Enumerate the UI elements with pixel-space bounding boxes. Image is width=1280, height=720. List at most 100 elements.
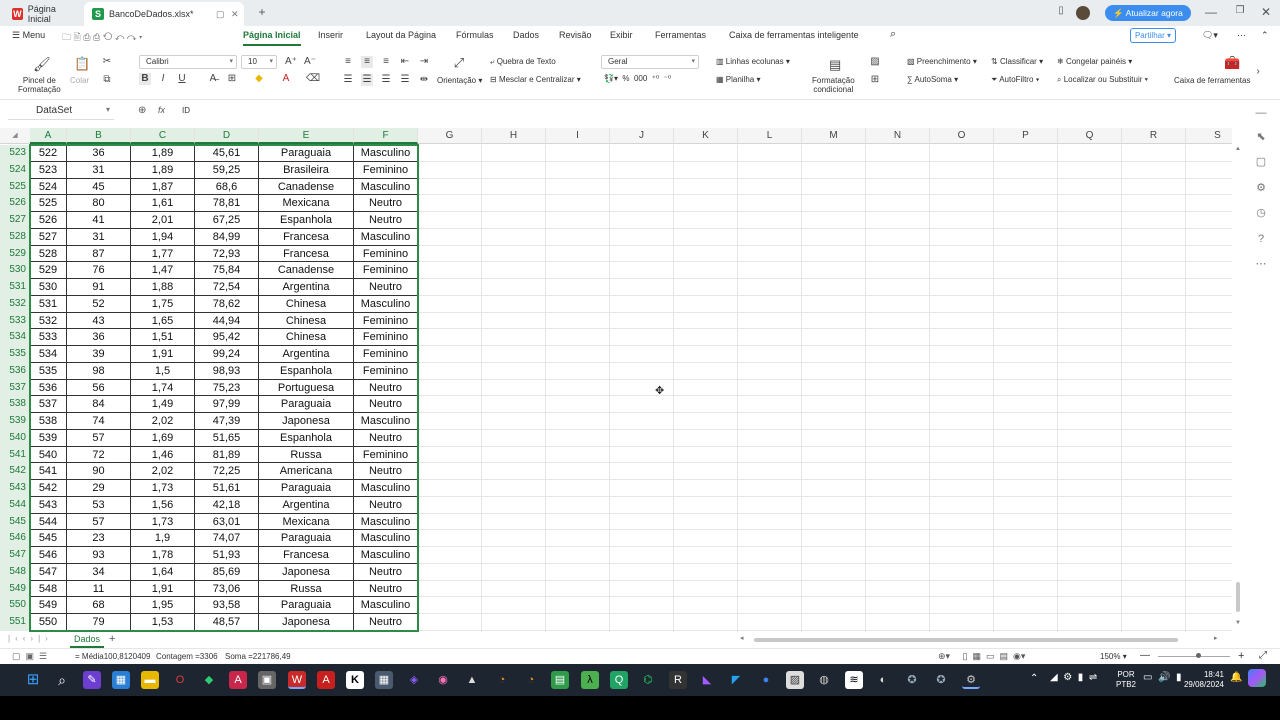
cell-f[interactable]: Masculino xyxy=(354,145,418,162)
align-right-icon[interactable]: ☰ xyxy=(380,74,392,86)
cell-f[interactable]: Masculino xyxy=(354,480,418,497)
column-header-i[interactable]: I xyxy=(546,128,610,144)
cell-a[interactable]: 530 xyxy=(30,279,67,296)
column-header-d[interactable]: D xyxy=(195,128,259,144)
number-format-select[interactable]: Geral xyxy=(601,55,699,69)
cell-a[interactable]: 528 xyxy=(30,245,67,263)
format-painter-icon[interactable]: 🖌 xyxy=(33,57,51,71)
zoom-formula-icon[interactable]: ⊕ xyxy=(138,105,146,116)
cell-f[interactable]: Masculino xyxy=(354,597,418,614)
cell-a[interactable]: 550 xyxy=(30,614,67,631)
cell-c[interactable]: 1,73 xyxy=(131,480,195,497)
folder-icon[interactable]: ▬ xyxy=(141,671,159,689)
view-mode-icons[interactable]: ⊕▾ ▯ ▦ ▭ ▤ ◉▾ xyxy=(938,651,1025,662)
cell-f[interactable]: Neutro xyxy=(354,563,418,581)
calculator-icon[interactable]: ▦ xyxy=(375,671,393,689)
cell-e[interactable]: Canadense xyxy=(259,262,354,279)
name-box[interactable]: DataSet xyxy=(8,105,114,120)
cell-style-icon[interactable]: ▨ xyxy=(869,56,881,68)
cell-b[interactable]: 56 xyxy=(67,379,131,397)
cell-a[interactable]: 522 xyxy=(30,145,67,162)
add-sheet-icon[interactable]: + xyxy=(109,633,115,645)
app-icon-5[interactable]: ⌬ xyxy=(639,671,657,689)
tray-chevron-icon[interactable]: ⌃ xyxy=(1030,673,1038,684)
cell-a[interactable]: 546 xyxy=(30,547,67,564)
fx-icon[interactable]: fx xyxy=(158,105,165,115)
cell-c[interactable]: 1,53 xyxy=(131,614,195,631)
cell-e[interactable]: Mexicana xyxy=(259,513,354,531)
cell-c[interactable]: 2,01 xyxy=(131,212,195,229)
avatar[interactable] xyxy=(1076,6,1090,20)
cell-c[interactable]: 1,77 xyxy=(131,245,195,263)
increase-font-icon[interactable]: A⁺ xyxy=(285,56,297,68)
scroll-up-icon[interactable]: ▲ xyxy=(1235,146,1241,152)
zoom-slider[interactable] xyxy=(1158,656,1230,657)
menu-button[interactable]: ☰ Menu xyxy=(12,30,45,41)
tab-exibir[interactable]: Exibir xyxy=(610,30,633,40)
sheet-nav-icons[interactable]: |‹‹›|› xyxy=(8,634,53,643)
cell-b[interactable]: 31 xyxy=(67,228,131,246)
zoom-in-icon[interactable]: + xyxy=(1238,650,1244,662)
cell-c[interactable]: 1,69 xyxy=(131,429,195,447)
distributed-icon[interactable]: ⇹ xyxy=(418,74,430,86)
fullscreen-icon[interactable]: ⤢ xyxy=(1259,650,1267,661)
cell-f[interactable]: Feminino xyxy=(354,446,418,464)
cell-f[interactable]: Feminino xyxy=(354,346,418,363)
pen-app-icon[interactable]: ✎ xyxy=(83,671,101,689)
find-replace-button[interactable]: ⌕ Localizar ou Substituir ▾ xyxy=(1057,75,1148,85)
column-header-o[interactable]: O xyxy=(930,128,994,144)
row-header[interactable]: 525 xyxy=(0,178,30,196)
paste-label[interactable]: Colar xyxy=(70,76,89,85)
row-header[interactable]: 532 xyxy=(0,295,30,313)
close-window-icon[interactable]: ✕ xyxy=(1258,5,1274,21)
more-icon[interactable]: ⋯ xyxy=(1237,30,1246,41)
row-header[interactable]: 539 xyxy=(0,413,30,430)
sheets-icon[interactable]: ▤ xyxy=(551,671,569,689)
maps-icon[interactable]: ● xyxy=(757,671,775,689)
cell-d[interactable]: 42,18 xyxy=(195,496,259,514)
row-header[interactable]: 547 xyxy=(0,547,30,564)
cell-c[interactable]: 1,91 xyxy=(131,580,195,598)
number-format-icons[interactable]: 💱▾ % 000 ⁺⁰ ⁻⁰ xyxy=(604,74,671,83)
tab-revisao[interactable]: Revisão xyxy=(559,30,592,40)
cell-d[interactable]: 44,94 xyxy=(195,312,259,330)
cell-a[interactable]: 549 xyxy=(30,597,67,614)
cell-a[interactable]: 534 xyxy=(30,346,67,363)
app-icon-q[interactable]: Q xyxy=(610,671,628,689)
cell-b[interactable]: 23 xyxy=(67,530,131,547)
row-header[interactable]: 530 xyxy=(0,262,30,279)
close-tab-icon[interactable]: ✕ xyxy=(231,9,239,20)
tab-layout[interactable]: Layout da Página xyxy=(366,30,436,40)
cell-c[interactable]: 1,9 xyxy=(131,530,195,547)
restore-tab-icon[interactable]: ▢ xyxy=(216,9,225,20)
cell-c[interactable]: 1,88 xyxy=(131,279,195,296)
cell-e[interactable]: Espanhola xyxy=(259,362,354,380)
cell-e[interactable]: Mexicana xyxy=(259,195,354,212)
cell-c[interactable]: 1,56 xyxy=(131,496,195,514)
worksheet-button[interactable]: ▦ Planilha ▾ xyxy=(716,75,761,84)
cell-b[interactable]: 36 xyxy=(67,145,131,162)
justify-icon[interactable]: ☰ xyxy=(399,74,411,86)
row-header[interactable]: 549 xyxy=(0,580,30,598)
quick-access-icons[interactable]: 🗀 🗎 ⎙ ⎙ ⟲ ↶ ↷ ▾ xyxy=(62,30,142,46)
side-collapse-icon[interactable]: — xyxy=(1254,106,1268,120)
cell-d[interactable]: 74,07 xyxy=(195,530,259,547)
merge-center-button[interactable]: ⊟ Mesclar e Centralizar ▾ xyxy=(490,75,581,84)
cell-f[interactable]: Neutro xyxy=(354,279,418,296)
tab-workbook[interactable]: S BancoDeDados.xlsx* ▢ ✕ xyxy=(84,2,244,26)
cell-c[interactable]: 1,89 xyxy=(131,145,195,162)
row-header[interactable]: 523 xyxy=(0,145,30,162)
cell-f[interactable]: Feminino xyxy=(354,312,418,330)
zoom-slider-thumb[interactable] xyxy=(1196,653,1201,658)
cell-d[interactable]: 95,42 xyxy=(195,329,259,346)
cell-d[interactable]: 73,06 xyxy=(195,580,259,598)
vertical-scrollbar[interactable]: ▲ ▼ xyxy=(1233,146,1243,630)
cell-e[interactable]: Francesa xyxy=(259,547,354,564)
inkscape-icon[interactable]: ▲ xyxy=(463,671,481,689)
font-color-icon[interactable]: A xyxy=(280,73,292,85)
cell-d[interactable]: 72,25 xyxy=(195,463,259,480)
cell-d[interactable]: 48,57 xyxy=(195,614,259,631)
cut-icon[interactable]: ✂ xyxy=(101,56,113,68)
align-center-icon[interactable]: ☰ xyxy=(361,74,373,86)
cell-b[interactable]: 43 xyxy=(67,312,131,330)
